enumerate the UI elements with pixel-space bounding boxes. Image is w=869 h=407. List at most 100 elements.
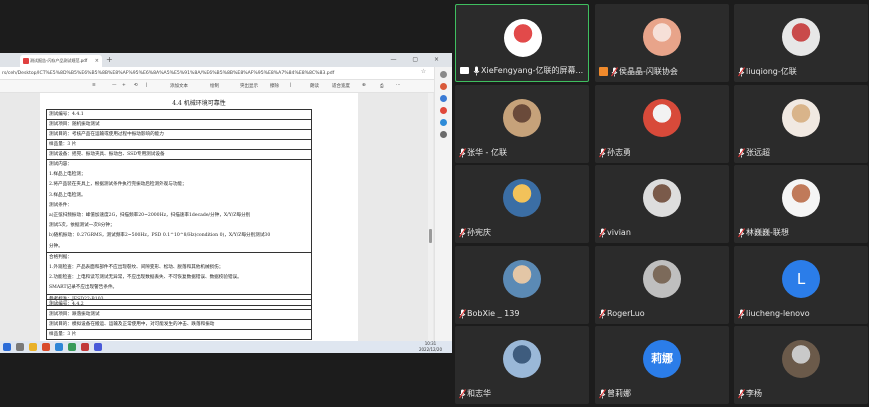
pdf-tool-item[interactable]: 朗读 <box>310 83 319 89</box>
mic-muted-icon[interactable] <box>738 389 745 399</box>
avatar: L <box>782 260 820 298</box>
table-line: 1.样品上电检测； <box>49 172 86 178</box>
mic-muted-icon[interactable] <box>738 67 745 77</box>
mic-muted-icon[interactable] <box>459 228 466 238</box>
participant-tile[interactable]: RogerLuo <box>595 246 729 324</box>
pdf-viewport[interactable]: 4.4 机械环境可靠性 测试编号：4.4.1 测试项目：随机振动测试 测试目的：… <box>0 93 434 341</box>
pdf-tool-item[interactable]: 突出显示 <box>240 83 258 89</box>
participant-tile[interactable]: liuqiong-亿联 <box>734 4 868 82</box>
participant-name-bar: 孙宪庆 <box>459 226 491 239</box>
mic-muted-icon[interactable] <box>599 389 606 399</box>
avatar <box>782 18 820 56</box>
window-controls[interactable]: — ▢ × <box>390 54 446 66</box>
tools-icon[interactable] <box>440 95 447 102</box>
avatar <box>643 18 681 56</box>
scrollbar-thumb[interactable] <box>429 229 432 243</box>
pdf-tool-item[interactable]: 绘制 <box>210 83 219 89</box>
participant-tile[interactable]: vivian <box>595 165 729 243</box>
mic-muted-icon[interactable] <box>611 67 618 77</box>
pdf-tool-item[interactable]: ≡ <box>92 83 96 88</box>
table-row: 测试目的：考核产品在运输或使用过程中振动影响的能力 <box>47 130 311 140</box>
pdf-tool-item[interactable]: | <box>146 83 148 88</box>
participant-tile[interactable]: BobXie _ 139 <box>455 246 589 324</box>
start-icon[interactable] <box>3 343 11 351</box>
clock-date: 2022/12/20 <box>418 347 442 352</box>
folder-icon[interactable] <box>29 343 37 351</box>
participant-tile[interactable]: 孙志勇 <box>595 85 729 163</box>
avatar <box>643 260 681 298</box>
app-icon[interactable] <box>68 343 76 351</box>
outlook-icon[interactable] <box>440 119 447 126</box>
participant-name-bar: 侯晶晶-闪联协会 <box>599 65 678 78</box>
mic-muted-icon[interactable] <box>599 309 606 319</box>
address-url[interactable]: rs/ceh/Desktop/ICT%E5%8D%B5%E6%B5%8B%E8%… <box>2 69 422 78</box>
browser-tab[interactable]: 测试报告-闪存产品测试规范.pdf × <box>20 55 102 67</box>
tab-close-icon[interactable]: × <box>95 55 99 67</box>
participant-tile[interactable]: Lliucheng-lenovo <box>734 246 868 324</box>
app-icon[interactable] <box>81 343 89 351</box>
table-line: 2.将产品装在夹具上，根据测试条件执行完振动后检测外观与功能； <box>49 182 187 188</box>
address-bar[interactable]: rs/ceh/Desktop/ICT%E5%8D%B5%E6%B5%8B%E8%… <box>0 67 452 80</box>
search-icon[interactable] <box>440 71 447 78</box>
shared-screen: 测试报告-闪存产品测试规范.pdf × + — ▢ × rs/ceh/Deskt… <box>0 53 452 353</box>
add-icon[interactable] <box>440 131 447 138</box>
avatar: 莉娜 <box>643 340 681 378</box>
table-line: 测试内容： <box>49 162 72 167</box>
participant-tile[interactable]: XieFengyang-亿联的屏幕... <box>455 4 589 82</box>
mic-muted-icon[interactable] <box>599 148 606 158</box>
participant-tile[interactable]: 张华 - 亿联 <box>455 85 589 163</box>
chrome-icon[interactable] <box>42 343 50 351</box>
windows-taskbar: 10:31 2022/12/20 <box>0 341 452 353</box>
avatar <box>503 179 541 217</box>
participant-name: 曾莉娜 <box>607 389 631 398</box>
mic-muted-icon[interactable] <box>459 309 466 319</box>
pdf-scrollbar[interactable] <box>428 93 433 341</box>
participant-tile[interactable]: 张远超 <box>734 85 868 163</box>
table-row: 测试目的：模拟设备在搬运、运输及正常使用中，对可能发生的冲击、跌落和振动 <box>47 320 311 330</box>
edge-icon[interactable] <box>55 343 63 351</box>
table-line: 测试5次，依据测试一次8分钟； <box>49 223 115 229</box>
pdf-tool-item[interactable]: + <box>122 83 126 88</box>
table-row: 样品量：3 片 <box>47 140 311 150</box>
pdf-tool-item[interactable]: ⋯ <box>396 83 401 88</box>
table-line: 分钟。 <box>47 242 311 253</box>
avatar <box>782 179 820 217</box>
avatar <box>503 260 541 298</box>
search-taskbar-icon[interactable] <box>16 343 24 351</box>
pdf-tool-item[interactable]: | <box>290 83 292 88</box>
participant-tile[interactable]: 和志华 <box>455 326 589 404</box>
pdf-tool-item[interactable]: — <box>112 83 117 88</box>
participant-tile[interactable]: 林巍巍-联想 <box>734 165 868 243</box>
pdf-tool-item[interactable]: 适合宽度 <box>332 83 350 89</box>
pdf-tool-item[interactable]: ⎙ <box>380 83 384 89</box>
participant-name: liucheng-lenovo <box>746 309 810 318</box>
mic-muted-icon[interactable] <box>459 148 466 158</box>
table-line: b)随机振动：0.27GRMS，测试频率2~500Hz，PSD 0.1^10^8… <box>49 233 271 239</box>
participant-name-bar: 张远超 <box>738 146 770 159</box>
participant-name-bar: 孙志勇 <box>599 146 631 159</box>
mic-muted-icon[interactable] <box>599 228 606 238</box>
table-line: SMART记录不应出现警告条件。 <box>47 283 311 295</box>
participant-name-bar: 曾莉娜 <box>599 387 631 400</box>
mic-icon[interactable] <box>473 66 480 76</box>
participant-tile[interactable]: 侯晶晶-闪联协会 <box>595 4 729 82</box>
app-icon[interactable] <box>94 343 102 351</box>
participant-name: 和志华 <box>467 389 491 398</box>
pdf-tool-item[interactable]: 擦除 <box>270 83 279 89</box>
table-row: 测试项目：随机振动测试 <box>47 120 311 130</box>
participant-tile[interactable]: 李杨 <box>734 326 868 404</box>
mic-muted-icon[interactable] <box>738 148 745 158</box>
participant-name-bar: BobXie _ 139 <box>459 307 519 320</box>
participant-tile[interactable]: 莉娜曾莉娜 <box>595 326 729 404</box>
mic-muted-icon[interactable] <box>459 389 466 399</box>
pdf-tool-item[interactable]: ⟲ <box>134 83 138 88</box>
participant-tile[interactable]: 孙宪庆 <box>455 165 589 243</box>
pdf-tool-item[interactable]: 添加文本 <box>170 83 188 89</box>
office-icon[interactable] <box>440 107 447 114</box>
mic-muted-icon[interactable] <box>738 309 745 319</box>
taskbar-clock[interactable]: 10:31 2022/12/20 <box>419 341 442 353</box>
new-tab-button[interactable]: + <box>106 54 113 66</box>
mic-muted-icon[interactable] <box>738 228 745 238</box>
shopping-icon[interactable] <box>440 83 447 90</box>
pdf-tool-item[interactable]: ⊕ <box>362 83 366 88</box>
